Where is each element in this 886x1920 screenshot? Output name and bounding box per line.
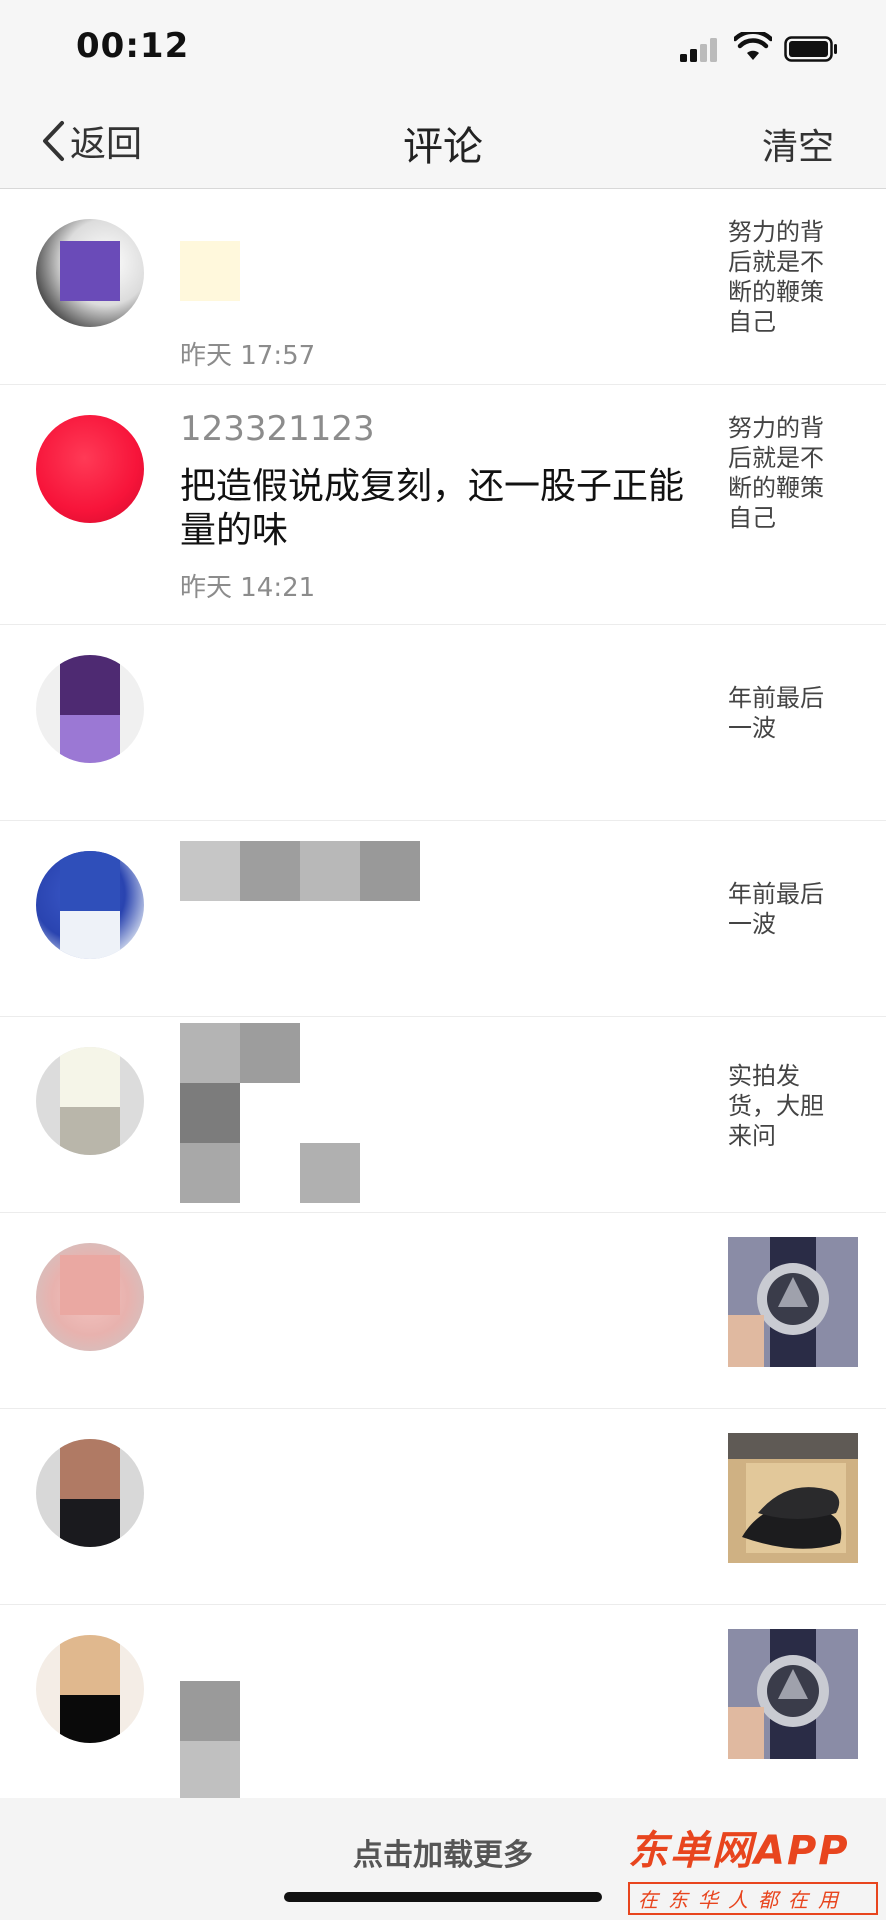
cellular-signal-icon xyxy=(680,38,717,62)
referenced-post[interactable]: 年前最后一波 xyxy=(728,683,846,743)
status-time: 00:12 xyxy=(76,26,190,66)
comment-list: 昨天 17:57 努力的背后就是不断的鞭策自己 123321123 把造假说成复… xyxy=(0,189,886,1801)
pixelated-content xyxy=(180,1681,240,1741)
pixelated-content xyxy=(300,841,360,901)
comment-item[interactable] xyxy=(0,1213,886,1409)
clear-button[interactable]: 清空 xyxy=(762,118,834,170)
pixelated-content xyxy=(180,1023,240,1083)
avatar[interactable] xyxy=(36,1243,144,1351)
nav-bar: 返回 评论 清空 xyxy=(0,98,886,189)
post-thumbnail[interactable] xyxy=(728,1629,858,1759)
pixelated-content xyxy=(300,1143,360,1203)
referenced-post[interactable]: 努力的背后就是不断的鞭策自己 xyxy=(728,217,846,337)
watch-photo-icon xyxy=(728,1629,858,1759)
home-indicator[interactable] xyxy=(284,1892,602,1902)
battery-icon xyxy=(784,36,837,62)
comment-content: 把造假说成复刻，还一股子正能量的味 xyxy=(180,466,685,551)
pixelated-content xyxy=(360,841,420,901)
pixelated-content xyxy=(240,1023,300,1083)
status-bar: 00:12 xyxy=(0,0,886,98)
pixelated-content xyxy=(180,1741,240,1801)
sneakers-photo-icon xyxy=(728,1433,858,1563)
avatar[interactable] xyxy=(36,1439,144,1547)
comment-time: 昨天 14:21 xyxy=(180,573,316,603)
pixelated-content xyxy=(180,841,240,901)
commenter-name: 123321123 xyxy=(180,409,375,449)
referenced-post[interactable]: 努力的背后就是不断的鞭策自己 xyxy=(728,413,846,533)
wifi-icon xyxy=(734,32,772,60)
comment-item[interactable]: 年前最后一波 xyxy=(0,625,886,821)
comment-item[interactable]: 123321123 把造假说成复刻，还一股子正能量的味 昨天 14:21 努力的… xyxy=(0,385,886,625)
referenced-post[interactable]: 实拍发货，大胆来问 xyxy=(728,1061,846,1151)
comment-time: 昨天 17:57 xyxy=(180,341,316,371)
avatar[interactable] xyxy=(36,851,144,959)
pixelated-content xyxy=(180,1143,240,1203)
avatar[interactable] xyxy=(36,655,144,763)
comment-item[interactable]: 昨天 17:57 努力的背后就是不断的鞭策自己 xyxy=(0,189,886,385)
comment-item[interactable] xyxy=(0,1605,886,1801)
comment-item[interactable] xyxy=(0,1409,886,1605)
comment-item[interactable]: 实拍发货，大胆来问 xyxy=(0,1017,886,1213)
pixelated-content xyxy=(180,241,240,301)
page-title: 评论 xyxy=(403,124,483,170)
watermark: 东单网APP 在东华人都在用 xyxy=(628,1818,878,1915)
avatar[interactable] xyxy=(36,1047,144,1155)
watch-photo-icon xyxy=(728,1237,858,1367)
avatar[interactable] xyxy=(36,219,144,327)
avatar[interactable] xyxy=(36,1635,144,1743)
referenced-post[interactable]: 年前最后一波 xyxy=(728,879,846,939)
comment-item[interactable]: 年前最后一波 xyxy=(0,821,886,1017)
pixelated-content xyxy=(180,1083,240,1143)
pixelated-content xyxy=(240,841,300,901)
watermark-slogan: 在东华人都在用 xyxy=(628,1882,878,1915)
footer: 点击加载更多 东单网APP 在东华人都在用 xyxy=(0,1798,886,1920)
avatar[interactable] xyxy=(36,415,144,523)
post-thumbnail[interactable] xyxy=(728,1433,858,1563)
watermark-brand: 东单网APP xyxy=(628,1828,850,1874)
post-thumbnail[interactable] xyxy=(728,1237,858,1367)
